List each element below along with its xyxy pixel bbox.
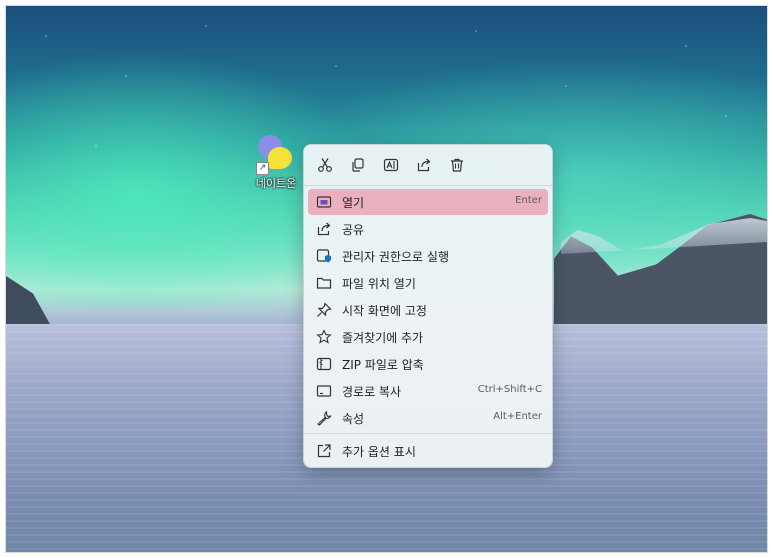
context-menu-toolbar <box>304 145 552 186</box>
menu-item-run-as-admin[interactable]: 관리자 권한으로 실행 <box>308 243 548 269</box>
menu-item-label: 추가 옵션 표시 <box>342 445 416 459</box>
shortcut-arrow-icon: ↗ <box>256 162 269 175</box>
desktop-shortcut-nateon[interactable]: ↗ 네이트온 <box>250 135 302 191</box>
menu-item-label: 시작 화면에 고정 <box>342 304 427 318</box>
pin-icon <box>316 302 332 318</box>
nateon-app-icon: ↗ <box>254 135 298 175</box>
wrench-icon <box>316 410 332 426</box>
folder-icon <box>316 275 332 291</box>
menu-separator <box>304 433 552 434</box>
cut-icon <box>317 157 333 173</box>
menu-item-label: 즐겨찾기에 추가 <box>342 331 424 345</box>
copy-button[interactable] <box>347 154 369 176</box>
menu-item-pin-to-start[interactable]: 시작 화면에 고정 <box>308 297 548 323</box>
menu-item-open[interactable]: 열기 Enter <box>308 189 548 215</box>
menu-item-shortcut: Alt+Enter <box>493 411 542 422</box>
menu-item-label: 속성 <box>342 412 365 426</box>
share-icon <box>416 157 432 173</box>
zip-icon <box>316 356 332 372</box>
menu-item-label: 열기 <box>342 196 365 210</box>
menu-item-label: ZIP 파일로 압축 <box>342 358 424 372</box>
menu-item-label: 관리자 권한으로 실행 <box>342 250 449 264</box>
menu-item-compress-zip[interactable]: ZIP 파일로 압축 <box>308 351 548 377</box>
menu-item-shortcut: Ctrl+Shift+C <box>477 384 542 395</box>
copy-icon <box>350 157 366 173</box>
path-icon <box>316 383 332 399</box>
desktop-icon-label: 네이트온 <box>255 177 297 190</box>
menu-item-label: 공유 <box>342 223 365 237</box>
menu-item-add-to-favorites[interactable]: 즐겨찾기에 추가 <box>308 324 548 350</box>
open-icon <box>316 194 332 210</box>
menu-item-copy-as-path[interactable]: 경로로 복사 Ctrl+Shift+C <box>308 378 548 404</box>
menu-item-properties[interactable]: 속성 Alt+Enter <box>308 405 548 431</box>
shield-icon <box>316 248 332 264</box>
menu-item-show-more-options[interactable]: 추가 옵션 표시 <box>308 438 548 464</box>
rename-button[interactable] <box>380 154 402 176</box>
star-icon <box>316 329 332 345</box>
menu-item-shortcut: Enter <box>515 195 542 206</box>
context-menu: 열기 Enter 공유 관리자 권한으로 실행 파일 위치 열기 시작 화면에 … <box>303 144 553 468</box>
share-button[interactable] <box>413 154 435 176</box>
delete-button[interactable] <box>446 154 468 176</box>
menu-item-label: 파일 위치 열기 <box>342 277 416 291</box>
menu-item-open-file-location[interactable]: 파일 위치 열기 <box>308 270 548 296</box>
more-options-icon <box>316 443 332 459</box>
delete-icon <box>449 157 465 173</box>
menu-item-share[interactable]: 공유 <box>308 216 548 242</box>
share-icon <box>316 221 332 237</box>
menu-item-label: 경로로 복사 <box>342 385 402 399</box>
cut-button[interactable] <box>314 154 336 176</box>
rename-icon <box>383 157 399 173</box>
